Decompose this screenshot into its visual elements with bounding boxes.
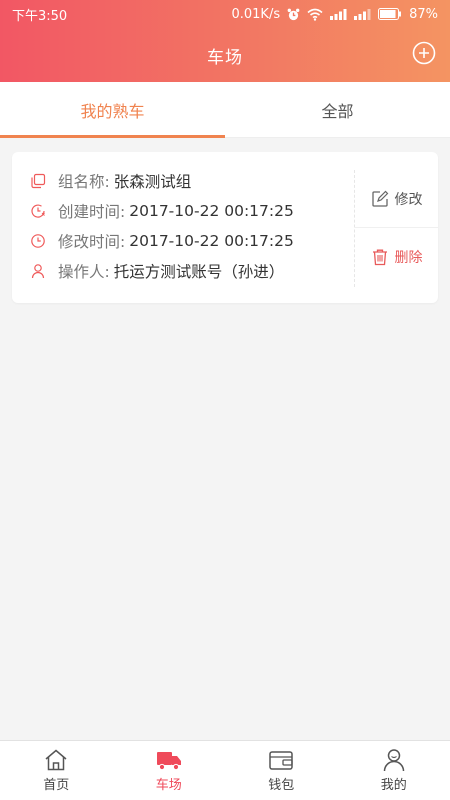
- signal-icon: [354, 8, 371, 20]
- nav-item-parking[interactable]: 车场: [113, 741, 226, 800]
- clock-icon: [31, 234, 45, 248]
- delete-button[interactable]: 删除: [355, 228, 438, 286]
- battery-percent: 87%: [409, 6, 438, 22]
- group-info: 组名称: 张森测试组 创建时间: 2017-10-22 00:17:25 修改时…: [30, 166, 294, 286]
- operator-value: 托运方测试账号（孙进）: [113, 263, 285, 281]
- status-time: 下午3:50: [12, 8, 68, 24]
- wifi-icon: [307, 8, 323, 21]
- tab-my-familiar-cars[interactable]: 我的熟车: [0, 82, 225, 138]
- tab-bar: 我的熟车 全部: [0, 82, 450, 138]
- signal-icon: [330, 8, 347, 20]
- nav-label: 我的: [380, 778, 407, 793]
- operator-row: 操作人: 托运方测试账号（孙进）: [30, 256, 294, 286]
- trash-icon: [372, 249, 387, 266]
- tab-label: 全部: [321, 101, 354, 121]
- modified-time-value: 2017-10-22 00:17:25: [129, 232, 294, 250]
- card-actions: 修改 删除: [354, 170, 438, 287]
- page-title: 车场: [207, 47, 243, 68]
- group-name-label: 组名称:: [58, 173, 110, 191]
- edit-icon: [371, 190, 388, 207]
- modified-time-label: 修改时间:: [58, 233, 126, 251]
- app-header: 下午3:50 0.01K/s 87% 车场: [0, 0, 450, 82]
- nav-item-home[interactable]: 首页: [0, 741, 113, 800]
- truck-icon: [156, 752, 181, 771]
- person-icon: [31, 264, 45, 279]
- group-card: 组名称: 张森测试组 创建时间: 2017-10-22 00:17:25 修改时…: [12, 152, 438, 303]
- nav-item-wallet[interactable]: 钱包: [225, 741, 338, 800]
- created-time-row: 创建时间: 2017-10-22 00:17:25: [30, 196, 294, 226]
- modified-time-row: 修改时间: 2017-10-22 00:17:25: [30, 226, 294, 256]
- status-bar: 下午3:50 0.01K/s 87%: [0, 0, 450, 28]
- tab-all[interactable]: 全部: [225, 82, 450, 137]
- alarm-icon: [287, 8, 300, 20]
- group-name-row: 组名称: 张森测试组: [30, 166, 294, 196]
- clock-refresh-icon: [31, 204, 45, 218]
- created-time-label: 创建时间:: [58, 203, 126, 221]
- created-time-value: 2017-10-22 00:17:25: [129, 202, 294, 220]
- operator-label: 操作人:: [58, 263, 110, 281]
- edit-button[interactable]: 修改: [355, 170, 438, 228]
- wallet-icon: [269, 751, 293, 770]
- nav-label: 钱包: [268, 778, 295, 793]
- group-name-value: 张森测试组: [113, 173, 192, 191]
- plus-circle-icon[interactable]: [412, 41, 436, 65]
- nav-label: 车场: [155, 778, 182, 793]
- title-bar: 车场: [0, 28, 450, 82]
- user-icon: [383, 749, 404, 772]
- copy-icon: [31, 173, 46, 189]
- delete-label: 删除: [394, 250, 423, 266]
- status-indicators: 0.01K/s 87%: [231, 7, 438, 22]
- bottom-nav: 首页 车场 钱包 我的: [0, 740, 450, 800]
- edit-label: 修改: [394, 191, 423, 208]
- battery-icon: [378, 8, 402, 20]
- tab-label: 我的熟车: [80, 101, 145, 121]
- home-icon: [45, 749, 67, 771]
- network-speed: 0.01K/s: [231, 6, 281, 22]
- nav-item-mine[interactable]: 我的: [338, 741, 450, 800]
- nav-label: 首页: [43, 778, 70, 793]
